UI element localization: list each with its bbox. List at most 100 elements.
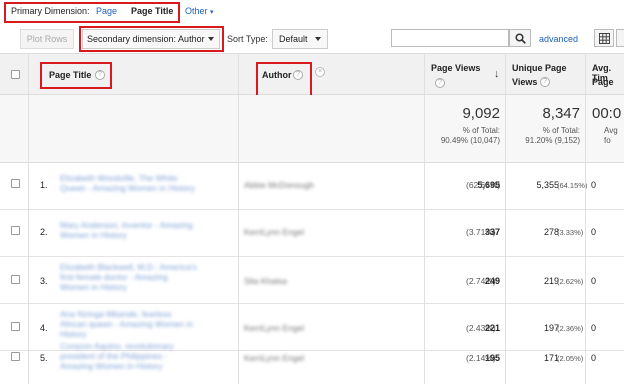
select-all-checkbox[interactable]	[11, 70, 20, 79]
page-title-line: Women in History	[60, 230, 127, 240]
data-table: Page Title ? Author ? × Page Views ↓ ? U…	[0, 53, 624, 384]
unique-page-views-percent: (2.36%)	[557, 324, 584, 333]
table-header: Page Title ? Author ? × Page Views ↓ ? U…	[0, 53, 624, 97]
avg-time-cell: 0	[591, 323, 597, 333]
page-title-line: Elizabeth Blackwell, M.D.: America's	[60, 262, 197, 272]
column-divider	[28, 53, 29, 384]
row-checkbox[interactable]	[11, 322, 20, 331]
column-header-unique-page[interactable]: Unique Page	[512, 63, 567, 73]
search-input[interactable]	[391, 29, 509, 47]
page-title-link[interactable]: Elizabeth Woodville, The White Queen - A…	[60, 173, 232, 193]
page-views-percent: (2.74%)	[466, 276, 496, 286]
table-row: 5. Corazon Aquino, revolutionary preside…	[0, 341, 624, 384]
primary-dimension-page-link[interactable]: Page	[96, 6, 117, 16]
row-checkbox[interactable]	[11, 226, 20, 235]
avg-time-cell: 0	[591, 276, 597, 286]
total-unique-page-views: 8,347	[542, 105, 580, 122]
total-page-views-pct: 90.49% (10,047)	[440, 136, 500, 145]
primary-dimension-page-title[interactable]: Page Title	[131, 6, 173, 16]
page-title-line: Elizabeth Woodville, The White	[60, 173, 178, 183]
secondary-dimension-label: Secondary dimension: Author	[87, 34, 205, 44]
grid-view-button[interactable]	[594, 29, 614, 47]
total-page-views: 9,092	[462, 105, 500, 122]
unique-page-views-cell: 5,355	[536, 180, 559, 190]
page-title-line: African queen - Amazing Women in	[60, 319, 194, 329]
advanced-filter-link[interactable]: advanced	[539, 34, 578, 44]
secondary-dimension-dropdown[interactable]: Secondary dimension: Author	[82, 29, 220, 49]
page-title-link[interactable]: Mary Anderson, Inventor - Amazing Women …	[60, 220, 232, 240]
total-avg-time-label: Avg fo	[604, 126, 618, 145]
page-views-percent: (2.43%)	[466, 323, 496, 333]
unique-page-views-percent: (2.05%)	[557, 354, 584, 363]
column-header-page-views[interactable]: Page Views	[431, 63, 480, 73]
page-title-line: first female doctor - Amazing	[60, 272, 168, 282]
column-divider	[424, 53, 425, 384]
avg-time-cell: 0	[591, 353, 597, 363]
column-divider	[505, 53, 506, 384]
help-icon[interactable]: ?	[540, 77, 550, 87]
total-unique-pct: 91.20% (9,152)	[525, 136, 580, 145]
unique-page-views-percent: (64.15%)	[557, 181, 588, 190]
page-views-percent: (62.64%)	[466, 180, 501, 190]
row-checkbox[interactable]	[11, 275, 20, 284]
primary-dimension-bar: Primary Dimension: Page Page Title Other…	[0, 0, 624, 26]
author-cell: Abbie McDonough	[244, 180, 314, 190]
grid-view-icon	[599, 33, 610, 44]
sort-type-label: Sort Type:	[227, 34, 268, 44]
page-title-link[interactable]: Elizabeth Blackwell, M.D.: America's fir…	[60, 262, 232, 292]
author-cell: KerriLynn Engel	[244, 323, 305, 333]
row-number: 2.	[40, 227, 48, 237]
table-toolbar: Plot Rows Secondary dimension: Author So…	[0, 26, 624, 52]
page-title-line: Ana Nzinga Mbande, fearless	[60, 309, 172, 319]
page-title-link[interactable]: Corazon Aquino, revolutionary president …	[60, 341, 232, 371]
total-unique-pct-label: % of Total:	[542, 126, 580, 135]
row-number: 1.	[40, 180, 48, 190]
author-cell: KerriLynn Engel	[244, 227, 305, 237]
page-title-line: Women in History	[60, 282, 127, 292]
row-checkbox[interactable]	[11, 179, 20, 188]
row-number: 4.	[40, 323, 48, 333]
help-icon[interactable]: ?	[293, 70, 303, 80]
remove-dimension-icon[interactable]: ×	[315, 67, 325, 77]
column-divider	[238, 53, 239, 384]
column-header-avg-time-page[interactable]: Page	[592, 77, 614, 87]
search-button[interactable]	[509, 29, 531, 47]
column-header-page-title[interactable]: Page Title	[49, 70, 91, 80]
row-number: 5.	[40, 353, 48, 363]
help-icon[interactable]: ?	[435, 78, 445, 88]
search-icon	[515, 33, 526, 44]
view-toggle-button[interactable]	[616, 29, 624, 47]
table-row: 2. Mary Anderson, Inventor - Amazing Wom…	[0, 211, 624, 257]
chevron-down-icon	[208, 37, 214, 41]
unique-page-views-percent: (2.62%)	[557, 277, 584, 286]
avg-time-cell: 0	[591, 227, 597, 237]
page-title-line: Amazing Women in History	[60, 361, 163, 371]
avg-time-cell: 0	[591, 180, 597, 190]
row-number: 3.	[40, 276, 48, 286]
sort-type-value: Default	[279, 34, 308, 44]
page-title-line: Mary Anderson, Inventor - Amazing	[60, 220, 193, 230]
unique-page-views-percent: (3.33%)	[557, 228, 584, 237]
page-title-line: president of the Philippines -	[60, 351, 168, 361]
primary-dimension-other-link[interactable]: Other ▾	[185, 6, 214, 16]
primary-dimension-label: Primary Dimension:	[11, 6, 90, 16]
row-checkbox[interactable]	[11, 352, 20, 361]
table-row: 1. Elizabeth Woodville, The White Queen …	[0, 164, 624, 210]
page-views-percent: (2.14%)	[466, 353, 496, 363]
author-cell: Sita Khalsa	[244, 276, 287, 286]
chevron-down-icon: ▾	[210, 9, 214, 16]
page-title-line: History	[60, 329, 87, 339]
chevron-down-icon	[315, 37, 321, 41]
author-cell: KerriLynn Engel	[244, 353, 305, 363]
page-title-link[interactable]: Ana Nzinga Mbande, fearless African quee…	[60, 309, 232, 339]
table-row: 3. Elizabeth Blackwell, M.D.: America's …	[0, 258, 624, 304]
page-views-percent: (3.71%)	[466, 227, 496, 237]
sort-down-arrow-icon: ↓	[494, 68, 500, 80]
column-header-views[interactable]: Views	[512, 77, 537, 87]
sort-type-dropdown[interactable]: Default	[272, 29, 328, 49]
help-icon[interactable]: ?	[95, 70, 105, 80]
totals-row: 9,092 % of Total: 90.49% (10,047) 8,347 …	[0, 95, 624, 163]
column-header-author[interactable]: Author	[262, 70, 292, 80]
column-divider	[585, 53, 586, 384]
plot-rows-button[interactable]: Plot Rows	[20, 29, 74, 49]
